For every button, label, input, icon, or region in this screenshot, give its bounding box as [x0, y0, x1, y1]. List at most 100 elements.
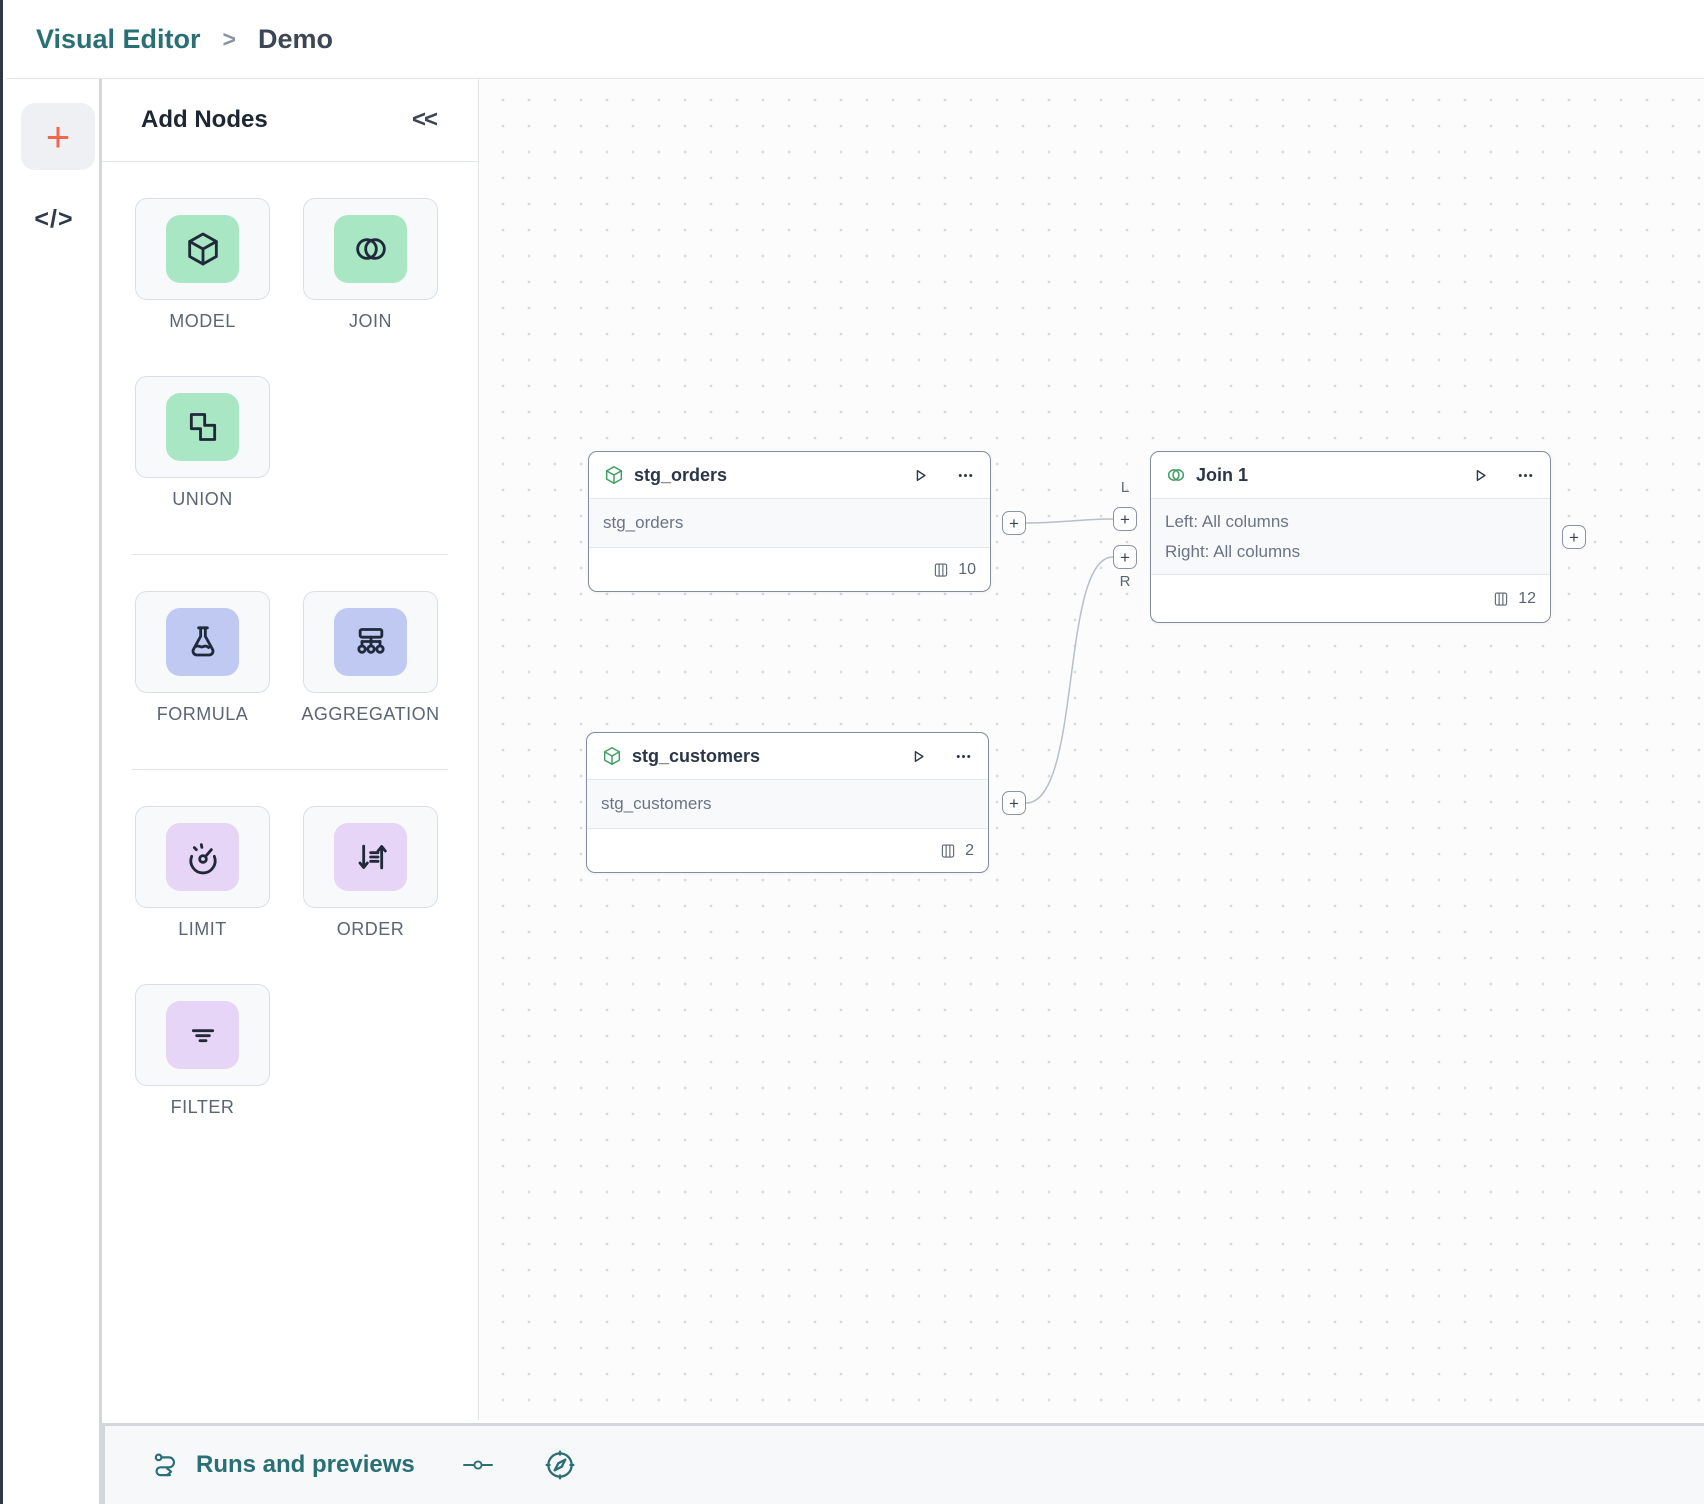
- join-circles-icon: [334, 215, 407, 283]
- node-type-aggregation[interactable]: [303, 591, 438, 693]
- cube-icon: [166, 215, 239, 283]
- handle-stg-orders-output[interactable]: +: [1002, 511, 1026, 535]
- run-node-button[interactable]: [1470, 465, 1491, 486]
- handle-join-left-input[interactable]: +: [1113, 507, 1137, 531]
- play-icon: [908, 746, 929, 767]
- node-type-model[interactable]: [135, 198, 270, 300]
- node-menu-button[interactable]: [953, 746, 974, 767]
- column-count: 12: [1518, 590, 1536, 608]
- code-editor-toggle[interactable]: </>: [6, 197, 102, 241]
- node-title: stg_customers: [632, 746, 760, 767]
- commit-icon: [461, 1452, 495, 1478]
- hierarchy-icon: [334, 608, 407, 676]
- panel-body: MODEL JOIN: [102, 162, 478, 1118]
- left-rail: + </>: [6, 79, 102, 1504]
- breadcrumb-root-link[interactable]: Visual Editor: [36, 24, 201, 55]
- node-type-label: UNION: [172, 489, 233, 510]
- join-right-columns: Right: All columns: [1165, 537, 1536, 567]
- node-body: stg_orders: [589, 498, 990, 548]
- node-stg-orders[interactable]: stg_orders stg_orders 10: [588, 451, 991, 592]
- plus-icon: +: [1120, 511, 1130, 528]
- ellipsis-icon: [1515, 465, 1536, 486]
- node-menu-button[interactable]: [955, 465, 976, 486]
- node-source-name: stg_customers: [601, 789, 974, 819]
- node-footer: 2: [587, 829, 988, 872]
- node-header: Join 1: [1151, 452, 1550, 498]
- run-node-button[interactable]: [908, 746, 929, 767]
- ellipsis-icon: [953, 746, 974, 767]
- pipeline-route-icon: [150, 1450, 182, 1480]
- ellipsis-icon: [955, 465, 976, 486]
- filter-lines-icon: [166, 1001, 239, 1069]
- runs-and-previews-button[interactable]: Runs and previews: [150, 1450, 415, 1480]
- node-type-union[interactable]: [135, 376, 270, 478]
- node-type-formula[interactable]: [135, 591, 270, 693]
- node-group-shaping: LIMIT ORDER: [102, 806, 478, 1118]
- node-title: Join 1: [1196, 465, 1248, 486]
- flask-icon: [166, 608, 239, 676]
- node-type-label: MODEL: [169, 311, 236, 332]
- node-header: stg_customers: [587, 733, 988, 779]
- node-type-order[interactable]: [303, 806, 438, 908]
- edge-orders-to-join-left: [1026, 519, 1113, 523]
- node-type-limit[interactable]: [135, 806, 270, 908]
- breadcrumb-current: Demo: [258, 24, 333, 55]
- node-join-1[interactable]: Join 1 Left: All columns Right: All colu…: [1150, 451, 1551, 623]
- columns-icon: [1492, 590, 1510, 608]
- panel-divider: [132, 554, 448, 555]
- node-type-label: JOIN: [349, 311, 392, 332]
- node-stg-customers[interactable]: stg_customers stg_customers 2: [586, 732, 989, 873]
- node-footer: 10: [589, 548, 990, 591]
- run-node-button[interactable]: [910, 465, 931, 486]
- handle-stg-customers-output[interactable]: +: [1002, 791, 1026, 815]
- join-circles-icon: [1165, 464, 1187, 486]
- visual-editor-page: Visual Editor > Demo + </> Add Nodes <<: [0, 0, 1704, 1504]
- play-icon: [910, 465, 931, 486]
- node-type-filter[interactable]: [135, 984, 270, 1086]
- plus-icon: +: [46, 116, 71, 158]
- node-body: Left: All columns Right: All columns: [1151, 498, 1550, 575]
- plus-icon: +: [1120, 549, 1130, 566]
- columns-icon: [932, 561, 950, 579]
- code-icon: </>: [34, 205, 73, 233]
- handle-join-right-input[interactable]: +: [1113, 545, 1137, 569]
- play-icon: [1470, 465, 1491, 486]
- add-nodes-panel: Add Nodes << MODEL: [102, 79, 479, 1420]
- cube-icon: [601, 745, 623, 767]
- panel-title: Add Nodes: [141, 106, 412, 134]
- compass-icon: [543, 1448, 577, 1482]
- join-left-columns: Left: All columns: [1165, 507, 1536, 537]
- node-type-label: LIMIT: [178, 919, 227, 940]
- node-group-sources: MODEL JOIN: [102, 198, 478, 510]
- node-menu-button[interactable]: [1515, 465, 1536, 486]
- node-group-transforms: FORMULA AGGREGATION: [102, 591, 478, 725]
- node-body: stg_customers: [587, 779, 988, 829]
- node-type-label: AGGREGATION: [301, 704, 439, 725]
- node-header: stg_orders: [589, 452, 990, 498]
- node-type-join[interactable]: [303, 198, 438, 300]
- collapse-panel-button[interactable]: <<: [412, 106, 436, 134]
- edge-customers-to-join-right: [1026, 557, 1113, 803]
- add-node-button[interactable]: +: [21, 103, 95, 170]
- handle-join-output[interactable]: +: [1562, 525, 1586, 549]
- cube-icon: [603, 464, 625, 486]
- add-nodes-panel-header: Add Nodes <<: [102, 79, 478, 162]
- flow-canvas[interactable]: stg_orders stg_orders 10: [480, 79, 1704, 1420]
- node-type-label: ORDER: [337, 919, 405, 940]
- plus-icon: +: [1569, 529, 1579, 546]
- gauge-icon: [166, 823, 239, 891]
- columns-icon: [939, 842, 957, 860]
- node-type-label: FILTER: [171, 1097, 235, 1118]
- node-type-label: FORMULA: [157, 704, 249, 725]
- breadcrumb-separator: >: [223, 26, 236, 53]
- sort-icon: [334, 823, 407, 891]
- bottom-bar: Runs and previews: [102, 1423, 1704, 1504]
- explore-button[interactable]: [543, 1448, 577, 1482]
- join-left-port-label: L: [1113, 479, 1137, 496]
- runs-and-previews-label: Runs and previews: [196, 1451, 415, 1479]
- top-header: Visual Editor > Demo: [6, 0, 1704, 79]
- commit-node-button[interactable]: [461, 1452, 495, 1478]
- column-count: 2: [965, 842, 974, 860]
- panel-divider: [132, 769, 448, 770]
- column-count: 10: [958, 561, 976, 579]
